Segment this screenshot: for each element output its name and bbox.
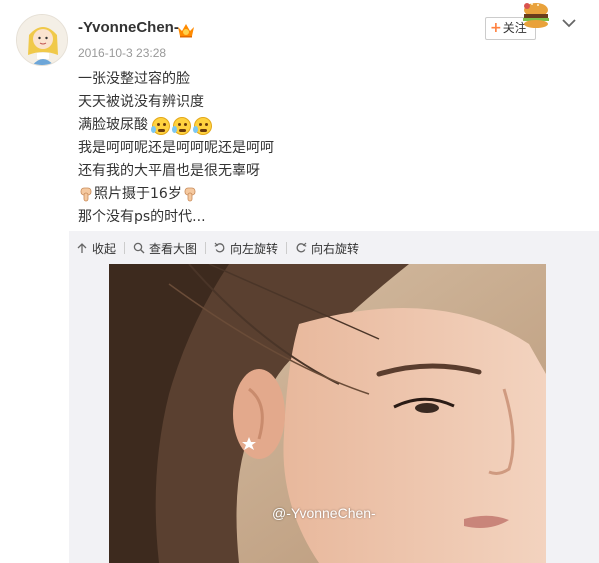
pointing-down-finger-icon bbox=[184, 187, 196, 202]
post-line: 我是呵呵呢还是呵呵呢还是呵呵 bbox=[78, 137, 558, 160]
post-line-text: 我是呵呵呢还是呵呵呢还是呵呵 bbox=[78, 140, 274, 156]
avatar-image bbox=[17, 15, 67, 65]
post-line-text: 照片摄于16岁 bbox=[94, 186, 182, 202]
view-large-button[interactable]: 查看大图 bbox=[133, 240, 205, 257]
rotate-right-label: 向右旋转 bbox=[311, 241, 360, 256]
toolbar-divider bbox=[124, 242, 126, 254]
post-timestamp[interactable]: 2016-10-3 23:28 bbox=[78, 46, 166, 60]
post-line-text: 满脸玻尿酸 bbox=[78, 117, 148, 133]
rotate-right-button[interactable]: 向右旋转 bbox=[295, 240, 367, 257]
chevron-down-icon[interactable] bbox=[560, 14, 578, 32]
burger-sticker-icon bbox=[523, 3, 549, 28]
rotate-left-button[interactable]: 向左旋转 bbox=[214, 240, 286, 257]
avatar[interactable] bbox=[16, 14, 68, 66]
post-line-text: 那个没有ps的时代... bbox=[78, 209, 206, 225]
rotate-left-label: 向左旋转 bbox=[230, 241, 279, 256]
rotate-left-icon bbox=[214, 242, 225, 253]
sweat-smile-emoji-icon bbox=[193, 116, 212, 135]
pointing-down-finger-icon bbox=[80, 187, 92, 202]
collapse-up-icon bbox=[77, 243, 87, 253]
photo-watermark: @-YvonneChen- bbox=[272, 505, 376, 521]
collapse-label: 收起 bbox=[92, 241, 117, 256]
post-line: 天天被说没有辨识度 bbox=[78, 91, 558, 114]
magnifier-icon bbox=[133, 242, 145, 254]
sweat-smile-emoji-icon bbox=[172, 116, 191, 135]
view-large-label: 查看大图 bbox=[149, 241, 198, 256]
post-line: 那个没有ps的时代... bbox=[78, 206, 558, 229]
post-content: 一张没整过容的脸 天天被说没有辨识度 满脸玻尿酸 我是呵呵呢还是呵呵呢还是呵呵 … bbox=[78, 68, 558, 229]
sweat-smile-emoji-icon bbox=[151, 116, 170, 135]
toolbar-divider bbox=[205, 242, 207, 254]
post-line: 满脸玻尿酸 bbox=[78, 114, 558, 137]
follow-plus-icon: + bbox=[490, 20, 502, 36]
collapse-button[interactable]: 收起 bbox=[76, 240, 124, 257]
toolbar-divider bbox=[286, 242, 288, 254]
post-line: 照片摄于16岁 bbox=[78, 183, 558, 206]
post-photo[interactable]: @-YvonneChen- bbox=[109, 264, 546, 563]
vip-badge-icon[interactable] bbox=[177, 22, 195, 38]
post-line-text: 一张没整过容的脸 bbox=[78, 71, 190, 87]
post-line: 一张没整过容的脸 bbox=[78, 68, 558, 91]
username[interactable]: -YvonneChen- bbox=[78, 19, 179, 36]
post-line: 还有我的大平眉也是很无辜呀 bbox=[78, 160, 558, 183]
post-line-text: 天天被说没有辨识度 bbox=[78, 94, 204, 110]
post-line-text: 还有我的大平眉也是很无辜呀 bbox=[78, 163, 260, 179]
rotate-right-icon bbox=[296, 242, 307, 253]
media-toolbar: 收起 查看大图 向左旋转 向右旋转 bbox=[76, 238, 367, 258]
